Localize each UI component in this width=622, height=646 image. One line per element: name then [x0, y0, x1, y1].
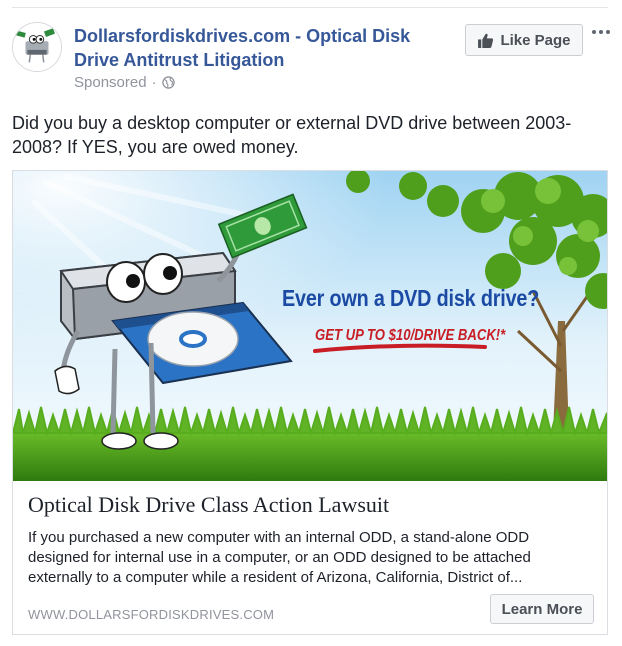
top-divider — [12, 7, 608, 8]
sponsored-label[interactable]: Sponsored — [74, 74, 147, 91]
card-description: If you purchased a new computer with an … — [28, 529, 531, 586]
card-domain: WWW.DOLLARSFORDISKDRIVES.COM — [28, 607, 275, 622]
post-header: Dollarsfordiskdrives.com - Optical Disk … — [12, 22, 610, 94]
globe-icon[interactable] — [161, 76, 175, 89]
more-options-button[interactable] — [590, 22, 612, 42]
avatar-logo-icon — [13, 23, 61, 71]
meta-separator: · — [151, 74, 157, 91]
card-title[interactable]: Optical Disk Drive Class Action Lawsuit — [28, 492, 389, 518]
like-page-label: Like Page — [500, 31, 571, 49]
ad-illustration — [13, 171, 607, 481]
like-page-button[interactable]: Like Page — [465, 24, 583, 56]
post-body-text: Did you buy a desktop computer or extern… — [12, 113, 572, 157]
card-details: Optical Disk Drive Class Action Lawsuit … — [13, 481, 607, 634]
ellipsis-dot — [599, 30, 603, 34]
page-avatar[interactable] — [12, 22, 62, 72]
image-headline: Ever own a DVD disk drive? — [282, 285, 540, 311]
ellipsis-icon — [592, 30, 596, 34]
image-offer: GET UP TO $10/DRIVE BACK!* — [315, 327, 506, 344]
page-name-link[interactable]: Dollarsfordiskdrives.com - Optical Disk … — [74, 24, 414, 72]
learn-more-button[interactable]: Learn More — [490, 594, 594, 624]
thumbs-up-icon — [478, 33, 494, 48]
ellipsis-dot — [606, 30, 610, 34]
ad-image[interactable]: Ever own a DVD disk drive? GET UP TO $10… — [13, 171, 607, 481]
link-preview-card[interactable]: Ever own a DVD disk drive? GET UP TO $10… — [12, 170, 608, 635]
post-meta: Sponsored · — [74, 74, 175, 91]
